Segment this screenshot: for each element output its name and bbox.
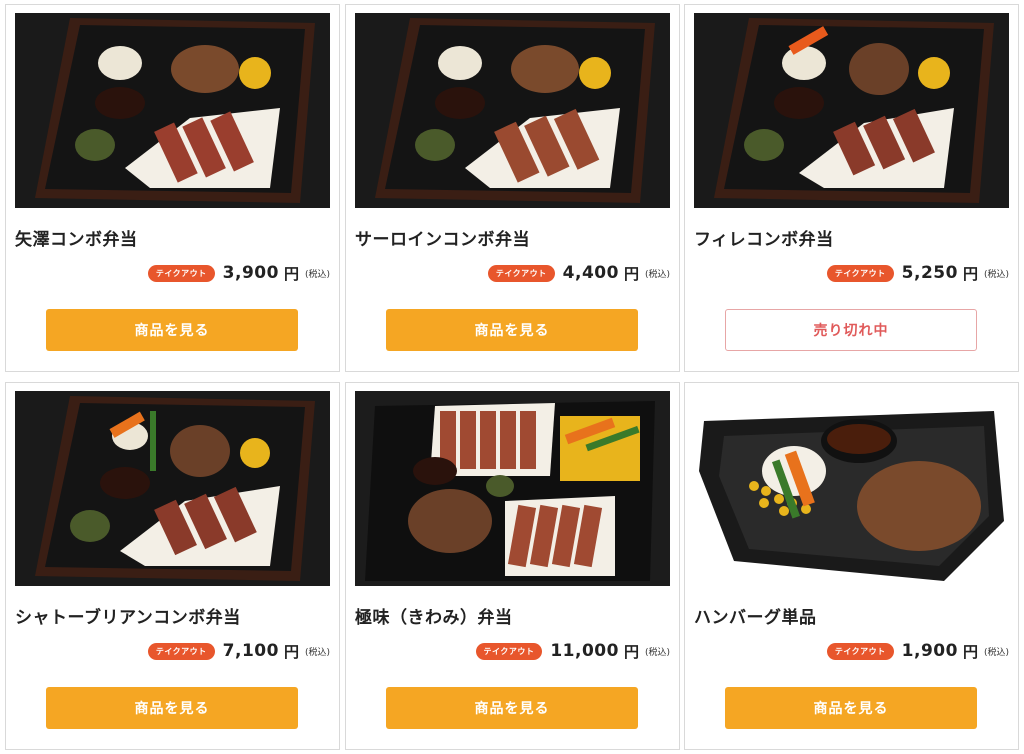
view-product-button[interactable]: 商品を見る: [386, 309, 638, 351]
tax-note: (税込): [304, 647, 330, 658]
product-name: フィレコンボ弁当: [694, 230, 834, 250]
price-unit: 円: [962, 264, 978, 283]
tax-note: (税込): [983, 647, 1009, 658]
price-row: テイクアウト 7,100 円 (税込): [147, 638, 330, 664]
product-card: 矢澤コンボ弁当 テイクアウト 3,900 円 (税込) 商品を見る: [5, 4, 340, 372]
product-card: サーロインコンボ弁当 テイクアウト 4,400 円 (税込) 商品を見る: [345, 4, 680, 372]
view-product-button[interactable]: 商品を見る: [46, 687, 298, 729]
product-card: シャトーブリアンコンボ弁当 テイクアウト 7,100 円 (税込) 商品を見る: [5, 382, 340, 750]
price-unit: 円: [283, 264, 299, 283]
product-photo[interactable]: [15, 391, 330, 586]
takeout-badge: テイクアウト: [826, 642, 894, 660]
product-photo[interactable]: [694, 13, 1009, 208]
takeout-badge: テイクアウト: [487, 264, 555, 282]
view-product-button[interactable]: 商品を見る: [725, 687, 977, 729]
takeout-badge: テイクアウト: [147, 642, 215, 660]
takeout-badge: テイクアウト: [475, 642, 543, 660]
view-product-button[interactable]: 商品を見る: [386, 687, 638, 729]
takeout-badge: テイクアウト: [147, 264, 215, 282]
price-unit: 円: [623, 642, 639, 661]
tax-note: (税込): [644, 647, 670, 658]
product-grid: 矢澤コンボ弁当 テイクアウト 3,900 円 (税込) 商品を見る サーロインコ…: [0, 0, 1024, 754]
tax-note: (税込): [644, 269, 670, 280]
sold-out-button[interactable]: 売り切れ中: [725, 309, 977, 351]
price-unit: 円: [962, 642, 978, 661]
price-row: テイクアウト 4,400 円 (税込): [487, 260, 670, 286]
tax-note: (税込): [304, 269, 330, 280]
product-price: 1,900: [901, 641, 958, 661]
price-row: テイクアウト 3,900 円 (税込): [147, 260, 330, 286]
product-name: 極味（きわみ）弁当: [355, 608, 513, 628]
price-row: テイクアウト 1,900 円 (税込): [826, 638, 1009, 664]
takeout-badge: テイクアウト: [826, 264, 894, 282]
product-card: ハンバーグ単品 テイクアウト 1,900 円 (税込) 商品を見る: [684, 382, 1019, 750]
product-name: サーロインコンボ弁当: [355, 230, 530, 250]
product-photo[interactable]: [355, 391, 670, 586]
product-name: ハンバーグ単品: [694, 608, 817, 628]
product-price: 5,250: [901, 263, 958, 283]
product-price: 7,100: [222, 641, 279, 661]
product-price: 4,400: [562, 263, 619, 283]
product-name: シャトーブリアンコンボ弁当: [15, 608, 241, 628]
product-photo[interactable]: [355, 13, 670, 208]
product-card: 極味（きわみ）弁当 テイクアウト 11,000 円 (税込) 商品を見る: [345, 382, 680, 750]
product-price: 11,000: [550, 641, 619, 661]
product-name: 矢澤コンボ弁当: [15, 230, 138, 250]
price-row: テイクアウト 5,250 円 (税込): [826, 260, 1009, 286]
price-unit: 円: [283, 642, 299, 661]
price-unit: 円: [623, 264, 639, 283]
tax-note: (税込): [983, 269, 1009, 280]
product-price: 3,900: [222, 263, 279, 283]
product-card: フィレコンボ弁当 テイクアウト 5,250 円 (税込) 売り切れ中: [684, 4, 1019, 372]
product-photo[interactable]: [15, 13, 330, 208]
product-photo[interactable]: [694, 391, 1009, 586]
price-row: テイクアウト 11,000 円 (税込): [475, 638, 670, 664]
view-product-button[interactable]: 商品を見る: [46, 309, 298, 351]
